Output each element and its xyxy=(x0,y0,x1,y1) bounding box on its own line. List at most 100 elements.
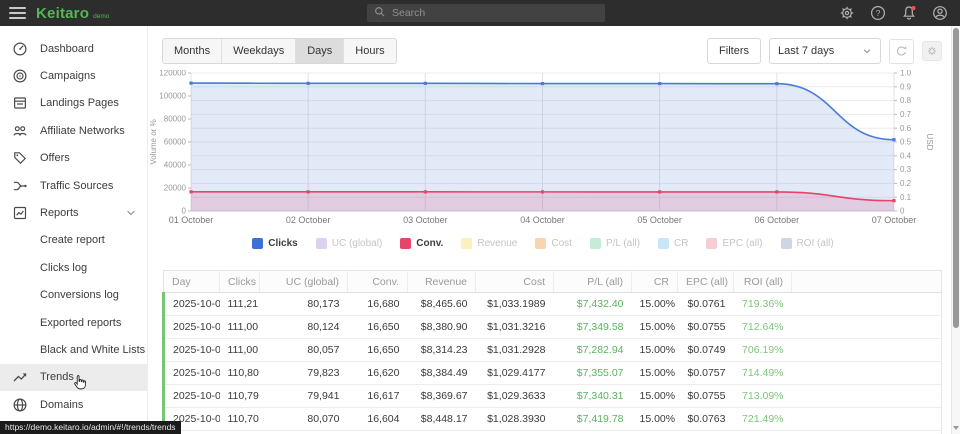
table-cell: $8,448.17 xyxy=(408,408,476,431)
table-cell: 111,00 xyxy=(220,339,260,362)
column-header-uc-global[interactable]: UC (global) xyxy=(260,271,348,293)
sidebar-item-trends[interactable]: Trends xyxy=(0,364,147,391)
help-icon[interactable]: ? xyxy=(870,5,886,21)
table-cell: 111,00 xyxy=(220,316,260,339)
grouping-tabs: MonthsWeekdaysDaysHours xyxy=(162,38,397,64)
column-header-day[interactable]: Day xyxy=(164,271,220,293)
sidebar-item-traffic-sources[interactable]: Traffic Sources xyxy=(0,172,147,199)
legend-swatch xyxy=(535,238,546,249)
tab-hours[interactable]: Hours xyxy=(344,39,395,63)
svg-text:03 October: 03 October xyxy=(403,215,448,225)
refresh-button[interactable] xyxy=(889,39,914,64)
main-content: MonthsWeekdaysDaysHours Filters Last 7 d… xyxy=(148,26,951,434)
legend-item-uc-global[interactable]: UC (global) xyxy=(316,238,383,249)
sidebar-item-conversions-log[interactable]: Conversions log xyxy=(0,282,147,309)
column-header-cost[interactable]: Cost xyxy=(476,271,554,293)
svg-text:0.7: 0.7 xyxy=(900,110,912,119)
table-cell: $8,314.23 xyxy=(408,339,476,362)
sidebar-item-label: Conversions log xyxy=(40,289,119,301)
sidebar-item-black-and-white-lists[interactable]: Black and White Lists xyxy=(0,336,147,363)
sidebar-item-label: Trends xyxy=(40,371,74,383)
svg-text:0.6: 0.6 xyxy=(900,124,912,133)
tab-days[interactable]: Days xyxy=(296,39,344,63)
legend-item-clicks[interactable]: Clicks xyxy=(252,238,297,249)
sidebar-item-clicks-log[interactable]: Clicks log xyxy=(0,254,147,281)
sidebar-item-create-report[interactable]: Create report xyxy=(0,227,147,254)
sidebar-item-campaigns[interactable]: Campaigns xyxy=(0,62,147,89)
svg-text:40000: 40000 xyxy=(164,161,187,170)
svg-text:Volume or %: Volume or % xyxy=(149,119,158,164)
search-input[interactable] xyxy=(392,7,598,19)
legend-item-cr[interactable]: CR xyxy=(658,238,688,249)
svg-text:02 October: 02 October xyxy=(286,215,331,225)
column-header-revenue[interactable]: Revenue xyxy=(408,271,476,293)
table-cell: 64,40 xyxy=(220,431,260,434)
account-icon[interactable] xyxy=(932,5,948,21)
table-cell: $7,349.58 xyxy=(554,316,632,339)
sidebar-item-affiliate-networks[interactable]: Affiliate Networks xyxy=(0,117,147,144)
column-header-epc-all[interactable]: EPC (all) xyxy=(678,271,734,293)
sidebar-item-label: Landings Pages xyxy=(40,97,119,109)
chart-legend: Clicks UC (global) Conv. Revenue Cost P/L (al… xyxy=(148,238,938,249)
table-header-row: DayClicksUC (global)Conv.RevenueCostP/L … xyxy=(164,271,942,293)
svg-text:0.2: 0.2 xyxy=(900,179,912,188)
table-cell: 79,941 xyxy=(260,385,348,408)
sidebar-item-label: Reports xyxy=(40,207,79,219)
notifications-bell-icon[interactable] xyxy=(901,5,917,21)
legend-label: UC (global) xyxy=(332,238,383,249)
filters-button[interactable]: Filters xyxy=(707,38,761,64)
legend-swatch xyxy=(590,238,601,249)
legend-item-cost[interactable]: Cost xyxy=(535,238,572,249)
domains-icon xyxy=(12,397,28,413)
svg-text:06 October: 06 October xyxy=(755,215,800,225)
scrollbar-thumb[interactable] xyxy=(953,28,959,328)
table-cell: $7,340.31 xyxy=(554,385,632,408)
app-logo[interactable]: Keitaro demo xyxy=(36,5,109,22)
legend-label: Conv. xyxy=(416,238,443,249)
svg-text:07 October: 07 October xyxy=(872,215,917,225)
tab-months[interactable]: Months xyxy=(163,39,222,63)
legend-item-revenue[interactable]: Revenue xyxy=(461,238,517,249)
table-cell: $1,031.2928 xyxy=(476,339,554,362)
legend-label: Cost xyxy=(551,238,572,249)
table-cell: $7,419.78 xyxy=(554,408,632,431)
legend-item-conv[interactable]: Conv. xyxy=(400,238,443,249)
sidebar-item-label: Affiliate Networks xyxy=(40,125,125,137)
column-header-conv[interactable]: Conv. xyxy=(348,271,408,293)
settings-gear-icon[interactable] xyxy=(839,5,855,21)
report-toolbar: MonthsWeekdaysDaysHours Filters Last 7 d… xyxy=(162,38,945,64)
column-header-p-l-all[interactable]: P/L (all) xyxy=(554,271,632,293)
sidebar-item-offers[interactable]: Offers xyxy=(0,145,147,172)
column-header-roi-all[interactable]: ROI (all) xyxy=(734,271,792,293)
svg-text:60000: 60000 xyxy=(164,138,187,147)
svg-text:05 October: 05 October xyxy=(637,215,682,225)
date-range-select[interactable]: Last 7 days xyxy=(769,38,881,64)
sidebar-item-reports[interactable]: Reports xyxy=(0,199,147,226)
table-cell: 719.36% xyxy=(734,293,792,316)
hamburger-menu-icon[interactable] xyxy=(9,7,26,19)
scrollbar-down-arrow-icon[interactable] xyxy=(953,426,959,430)
legend-label: P/L (all) xyxy=(606,238,640,249)
global-search[interactable] xyxy=(367,4,605,22)
sidebar-item-landings-pages[interactable]: Landings Pages xyxy=(0,90,147,117)
legend-item-p-l-all[interactable]: P/L (all) xyxy=(590,238,640,249)
legend-swatch xyxy=(316,238,327,249)
legend-label: Revenue xyxy=(477,238,517,249)
table-cell: $8,369.67 xyxy=(408,385,476,408)
column-header-cr[interactable]: CR xyxy=(632,271,678,293)
legend-item-roi-all[interactable]: ROI (all) xyxy=(781,238,834,249)
legend-swatch xyxy=(461,238,472,249)
sidebar-item-domains[interactable]: Domains xyxy=(0,391,147,418)
dashboard-icon xyxy=(12,41,28,57)
sidebar-item-exported-reports[interactable]: Exported reports xyxy=(0,309,147,336)
column-header-clicks[interactable]: Clicks xyxy=(220,271,260,293)
legend-swatch xyxy=(781,238,792,249)
tab-weekdays[interactable]: Weekdays xyxy=(222,39,296,63)
table-cell: $0.0763 xyxy=(678,408,734,431)
table-cell: $8,380.90 xyxy=(408,316,476,339)
sidebar-item-dashboard[interactable]: Dashboard xyxy=(0,35,147,62)
table-cell: 715.00% xyxy=(734,431,792,434)
legend-item-epc-all[interactable]: EPC (all) xyxy=(706,238,762,249)
chart-settings-gear-icon[interactable] xyxy=(922,41,942,61)
vertical-scrollbar[interactable] xyxy=(951,26,960,434)
